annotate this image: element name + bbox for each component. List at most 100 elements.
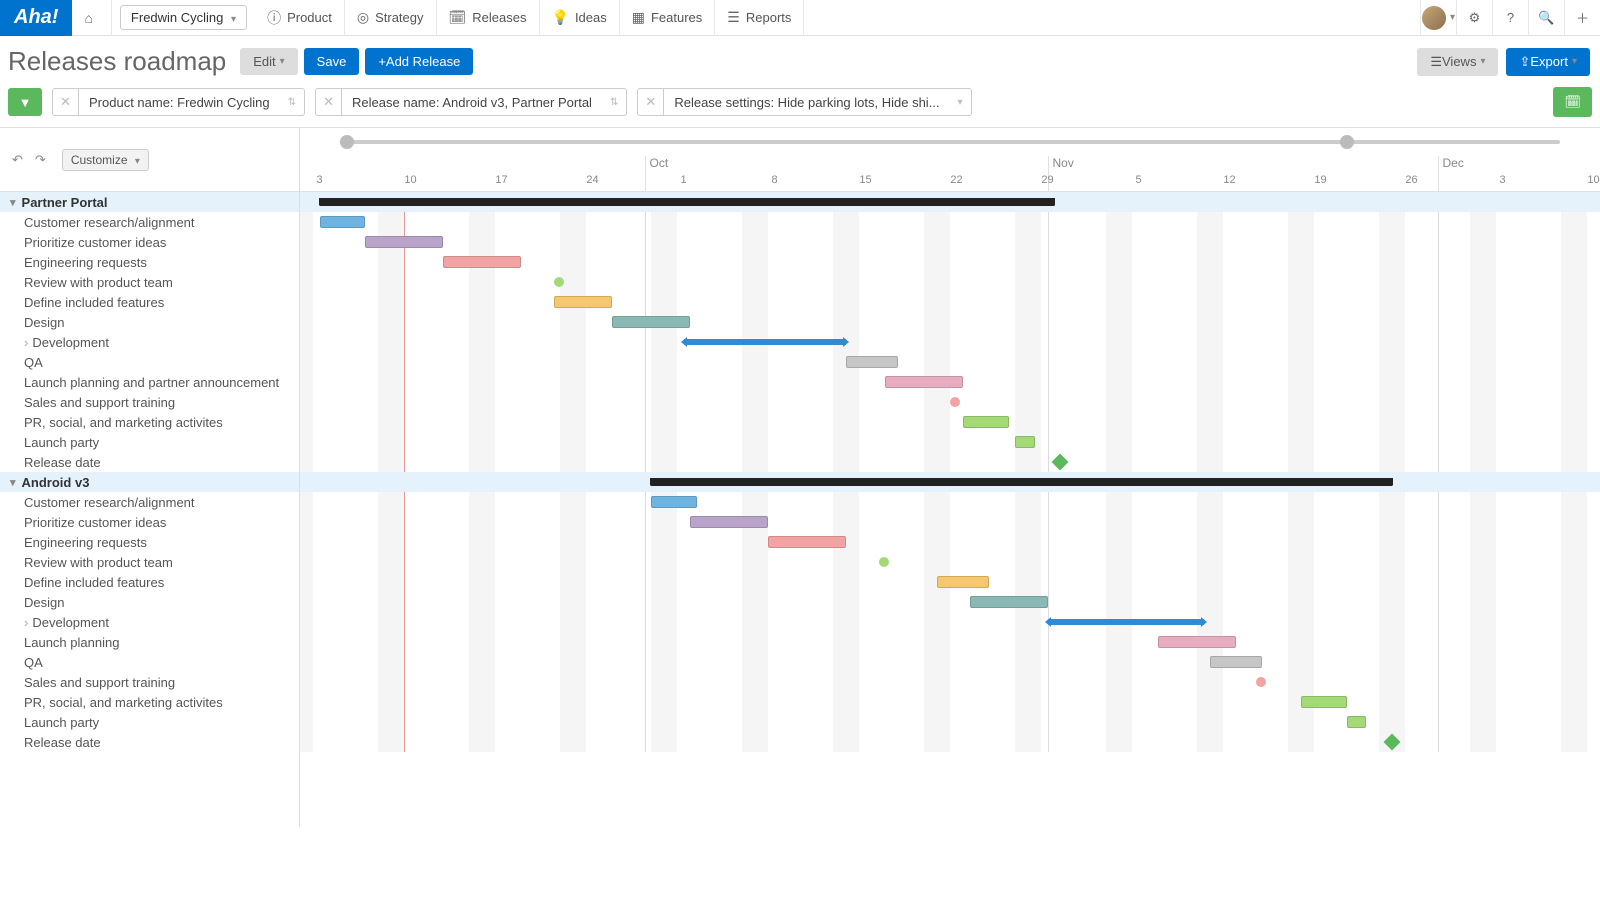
gantt-milestone[interactable] [1383, 734, 1400, 751]
filter-toggle-button[interactable]: ▼ [8, 88, 42, 116]
logo[interactable]: Aha! [0, 0, 72, 36]
gantt-bar[interactable] [1158, 636, 1236, 648]
nav-product[interactable]: ⓘProduct [255, 0, 345, 36]
gantt-bar[interactable] [1301, 696, 1347, 708]
collapse-icon[interactable]: ▾ [10, 476, 16, 489]
chevron-right-icon[interactable]: › [24, 335, 28, 350]
gantt-bar[interactable] [1210, 656, 1262, 668]
settings-button[interactable]: ⚙ [1456, 0, 1492, 36]
gantt-bar[interactable] [963, 416, 1009, 428]
gantt-bar[interactable] [612, 316, 690, 328]
redo-button[interactable]: ↷ [31, 150, 50, 170]
gantt-body[interactable] [300, 192, 1600, 752]
task-row[interactable]: Define included features [0, 292, 299, 312]
task-row[interactable]: Prioritize customer ideas [0, 512, 299, 532]
day-label: 12 [1190, 174, 1270, 186]
task-row[interactable]: Launch party [0, 432, 299, 452]
gantt-dev-bar[interactable] [684, 339, 847, 345]
remove-filter-icon[interactable]: ✕ [316, 89, 342, 115]
slider-handle-end[interactable] [1340, 135, 1354, 149]
collapse-icon[interactable]: ▾ [10, 196, 16, 209]
summary-bar[interactable] [320, 198, 1055, 206]
gantt-bar[interactable] [937, 576, 989, 588]
nav-ideas[interactable]: 💡Ideas [540, 0, 620, 36]
customize-button[interactable]: Customize ▾ [62, 149, 149, 171]
task-row[interactable]: Customer research/alignment [0, 492, 299, 512]
task-row[interactable]: QA [0, 352, 299, 372]
avatar [1422, 6, 1446, 30]
nav-strategy[interactable]: ◎Strategy [345, 0, 437, 36]
user-menu[interactable]: ▾ [1420, 0, 1456, 36]
undo-button[interactable]: ↶ [8, 150, 27, 170]
help-button[interactable]: ? [1492, 0, 1528, 36]
group-row[interactable]: ▾Android v3 [0, 472, 299, 492]
task-row[interactable]: Launch planning [0, 632, 299, 652]
task-row[interactable]: Customer research/alignment [0, 212, 299, 232]
task-row[interactable]: QA [0, 652, 299, 672]
views-icon: ☰ [1430, 54, 1442, 70]
gantt-milestone[interactable] [1052, 454, 1069, 471]
gantt-bar[interactable] [443, 256, 521, 268]
nav-features[interactable]: ▦Features [620, 0, 716, 36]
gantt-bar[interactable] [320, 216, 366, 228]
gantt-dot[interactable] [1256, 677, 1266, 687]
nav-releases[interactable]: 🗓Releases [437, 0, 540, 36]
task-row[interactable]: Engineering requests [0, 532, 299, 552]
task-row[interactable]: Release date [0, 732, 299, 752]
chevron-right-icon[interactable]: › [24, 615, 28, 630]
gantt-dot[interactable] [554, 277, 564, 287]
task-row[interactable]: › Development [0, 612, 299, 632]
day-label: 22 [917, 174, 997, 186]
task-row[interactable]: Design [0, 592, 299, 612]
task-row[interactable]: Launch party [0, 712, 299, 732]
task-row[interactable]: Define included features [0, 572, 299, 592]
export-button[interactable]: ⇪ Export ▾ [1506, 48, 1590, 76]
filter-product[interactable]: ✕ Product name: Fredwin Cycling ⇅ [52, 88, 305, 116]
gantt-bar[interactable] [554, 296, 613, 308]
day-label: 10 [371, 174, 451, 186]
views-button[interactable]: ☰ Views ▾ [1417, 48, 1498, 76]
task-row[interactable]: PR, social, and marketing activites [0, 692, 299, 712]
task-row[interactable]: Review with product team [0, 272, 299, 292]
gantt-dot[interactable] [879, 557, 889, 567]
gantt-bar[interactable] [846, 356, 898, 368]
summary-bar[interactable] [651, 478, 1392, 486]
task-row[interactable]: › Development [0, 332, 299, 352]
gantt-dot[interactable] [950, 397, 960, 407]
add-release-button[interactable]: + Add Release [365, 48, 473, 75]
group-row[interactable]: ▾Partner Portal [0, 192, 299, 212]
add-button[interactable]: ＋ [1564, 0, 1600, 36]
gantt-bar[interactable] [885, 376, 963, 388]
calendar-jump-button[interactable]: 🗓 [1553, 87, 1592, 117]
gantt-bar[interactable] [690, 516, 768, 528]
task-row[interactable]: Review with product team [0, 552, 299, 572]
gantt-bar[interactable] [651, 496, 697, 508]
gantt-bar[interactable] [365, 236, 443, 248]
gear-icon: ⚙ [1469, 10, 1481, 26]
timeline-range-slider[interactable] [300, 128, 1600, 156]
task-row[interactable]: Sales and support training [0, 392, 299, 412]
task-row[interactable]: Release date [0, 452, 299, 472]
remove-filter-icon[interactable]: ✕ [638, 89, 664, 115]
edit-button[interactable]: Edit ▾ [240, 48, 297, 75]
task-row[interactable]: Design [0, 312, 299, 332]
task-row[interactable]: Launch planning and partner announcement [0, 372, 299, 392]
task-row[interactable]: Engineering requests [0, 252, 299, 272]
task-row[interactable]: PR, social, and marketing activites [0, 412, 299, 432]
product-selector[interactable]: Fredwin Cycling ▾ [120, 5, 247, 30]
gantt-bar[interactable] [1015, 436, 1035, 448]
gantt-bar[interactable] [970, 596, 1048, 608]
filter-release[interactable]: ✕ Release name: Android v3, Partner Port… [315, 88, 627, 116]
remove-filter-icon[interactable]: ✕ [53, 89, 79, 115]
task-row[interactable]: Prioritize customer ideas [0, 232, 299, 252]
search-button[interactable]: 🔍 [1528, 0, 1564, 36]
filter-settings[interactable]: ✕ Release settings: Hide parking lots, H… [637, 88, 971, 116]
gantt-bar[interactable] [1347, 716, 1367, 728]
gantt-bar[interactable] [768, 536, 846, 548]
task-row[interactable]: Sales and support training [0, 672, 299, 692]
gantt-dev-bar[interactable] [1048, 619, 1204, 625]
slider-handle-start[interactable] [340, 135, 354, 149]
save-button[interactable]: Save [304, 48, 360, 75]
nav-home[interactable]: ⌂ [72, 0, 111, 36]
nav-reports[interactable]: ☰Reports [715, 0, 804, 36]
